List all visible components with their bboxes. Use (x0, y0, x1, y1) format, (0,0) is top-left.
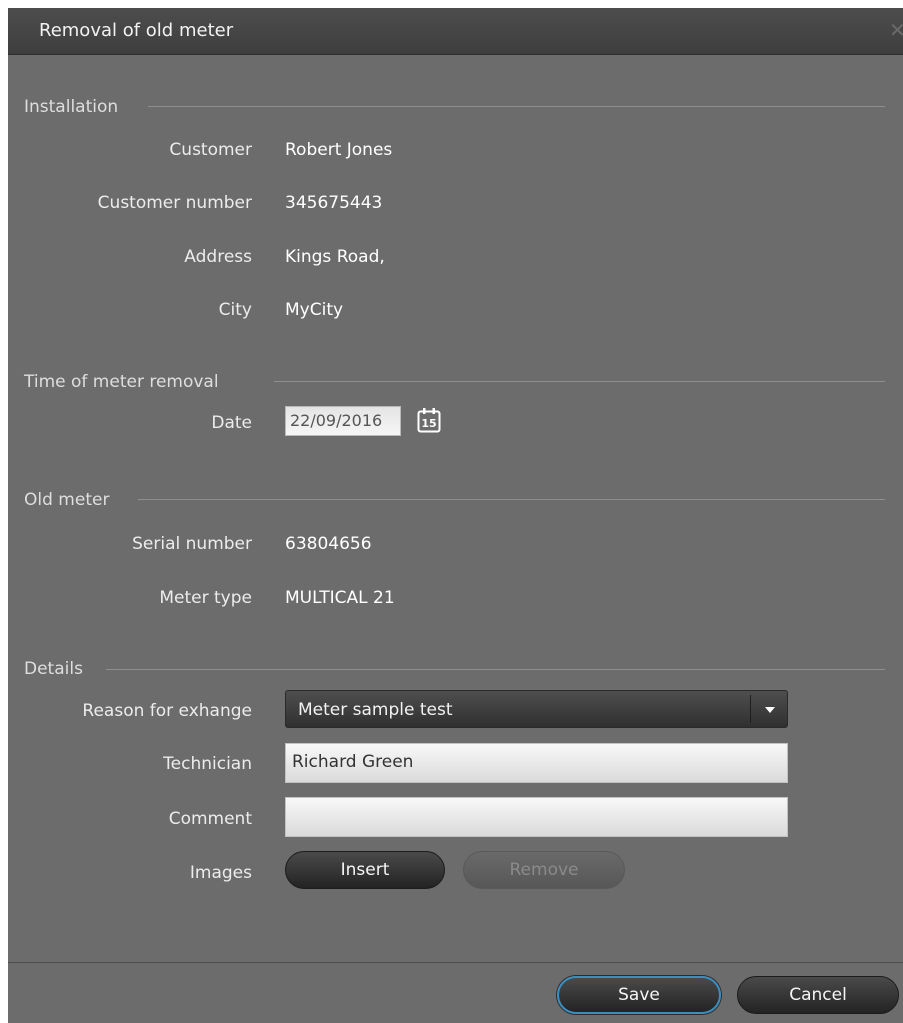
section-divider (106, 669, 885, 670)
meter-type-value: MULTICAL 21 (285, 588, 395, 608)
section-divider (274, 381, 885, 382)
technician-label: Technician (163, 754, 252, 774)
serial-number-label: Serial number (132, 534, 252, 554)
reason-selected-value: Meter sample test (298, 700, 453, 720)
chevron-down-icon[interactable] (765, 707, 775, 713)
insert-image-button[interactable]: Insert (285, 851, 445, 889)
date-label: Date (211, 413, 252, 433)
section-title-old-meter: Old meter (24, 490, 110, 510)
cancel-button[interactable]: Cancel (737, 976, 899, 1014)
close-icon[interactable]: ✕ (889, 18, 903, 42)
removal-dialog: Removal of old meter ✕ Installation Cust… (8, 8, 903, 1023)
city-value: MyCity (285, 300, 344, 320)
section-divider (148, 106, 885, 107)
reason-label: Reason for exhange (82, 701, 252, 721)
comment-field[interactable] (285, 797, 788, 837)
calendar-icon[interactable]: 15 (417, 407, 441, 433)
serial-number-value: 63804656 (285, 534, 372, 554)
images-label: Images (189, 863, 252, 883)
calendar-day-number: 15 (421, 417, 436, 430)
section-divider (138, 499, 885, 500)
title-bar: Removal of old meter ✕ (8, 8, 903, 55)
city-label: City (218, 300, 252, 320)
meter-type-label: Meter type (159, 588, 252, 608)
save-button[interactable]: Save (557, 976, 721, 1014)
reason-dropdown[interactable]: Meter sample test (285, 690, 788, 728)
customer-number-value: 345675443 (285, 193, 383, 213)
remove-image-button[interactable]: Remove (463, 851, 625, 889)
comment-label: Comment (168, 809, 252, 829)
dialog-title: Removal of old meter (39, 20, 234, 41)
address-label: Address (184, 247, 252, 267)
dialog-footer: Save Cancel (8, 962, 903, 1023)
address-value: Kings Road, (285, 247, 385, 267)
dropdown-separator (750, 695, 751, 723)
technician-field[interactable]: Richard Green (285, 743, 788, 783)
customer-label: Customer (169, 140, 252, 160)
section-title-installation: Installation (24, 97, 119, 117)
customer-number-label: Customer number (97, 193, 252, 213)
date-field[interactable]: 22/09/2016 (285, 406, 401, 436)
section-title-removal-time: Time of meter removal (24, 372, 219, 392)
customer-value: Robert Jones (285, 140, 393, 160)
section-title-details: Details (24, 659, 83, 679)
